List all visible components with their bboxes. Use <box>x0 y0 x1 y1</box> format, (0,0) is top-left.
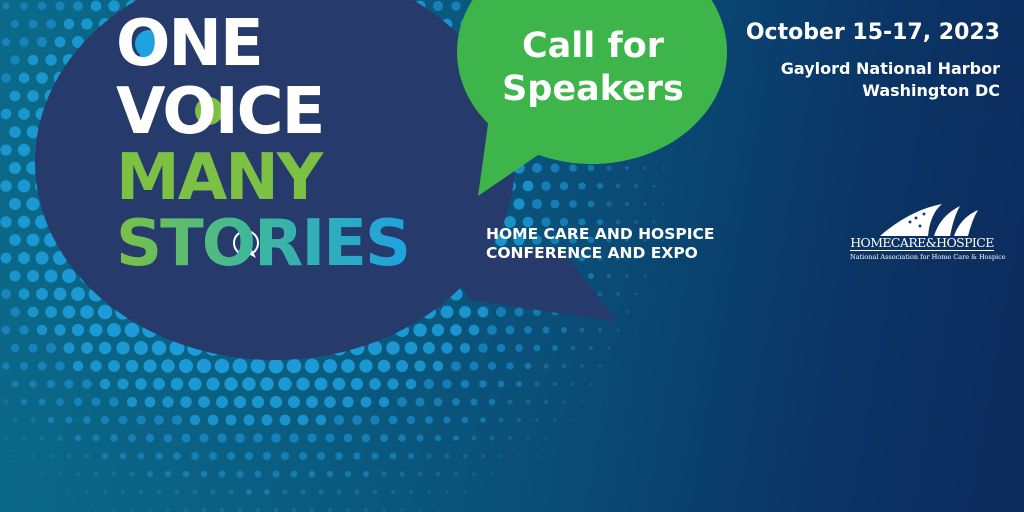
conference-line-2: CONFERENCE AND EXPO <box>486 244 698 262</box>
call-for-speakers[interactable]: Call for Speakers <box>488 25 698 111</box>
callout-line-2: Speakers <box>502 69 684 109</box>
event-venue: Gaylord National Harbor <box>780 59 1000 78</box>
headline-one: ONE <box>116 7 264 81</box>
nahc-logo[interactable]: HOMECARE&HOSPICE National Association fo… <box>850 200 1006 266</box>
headline-many: MANY <box>116 141 323 215</box>
conference-line-1: HOME CARE AND HOSPICE <box>486 225 715 243</box>
headline-stories: STORIES <box>116 207 411 281</box>
flag-stripes-icon <box>880 204 978 236</box>
promo-banner: ONE VOICE MANY STORIES Call for Speakers… <box>0 0 1024 512</box>
logo-wordmark: HOMECARE&HOSPICE <box>850 235 994 251</box>
conference-name: HOME CARE AND HOSPICE CONFERENCE AND EXP… <box>486 225 714 263</box>
event-date: October 15-17, 2023 <box>745 20 1000 45</box>
headline-voice: VOICE <box>116 75 325 149</box>
callout-line-1: Call for <box>521 26 665 66</box>
event-info: October 15-17, 2023 Gaylord National Har… <box>746 20 1000 102</box>
event-city: Washington DC <box>862 81 1000 100</box>
logo-tagline: National Association for Home Care & Hos… <box>850 253 1006 261</box>
